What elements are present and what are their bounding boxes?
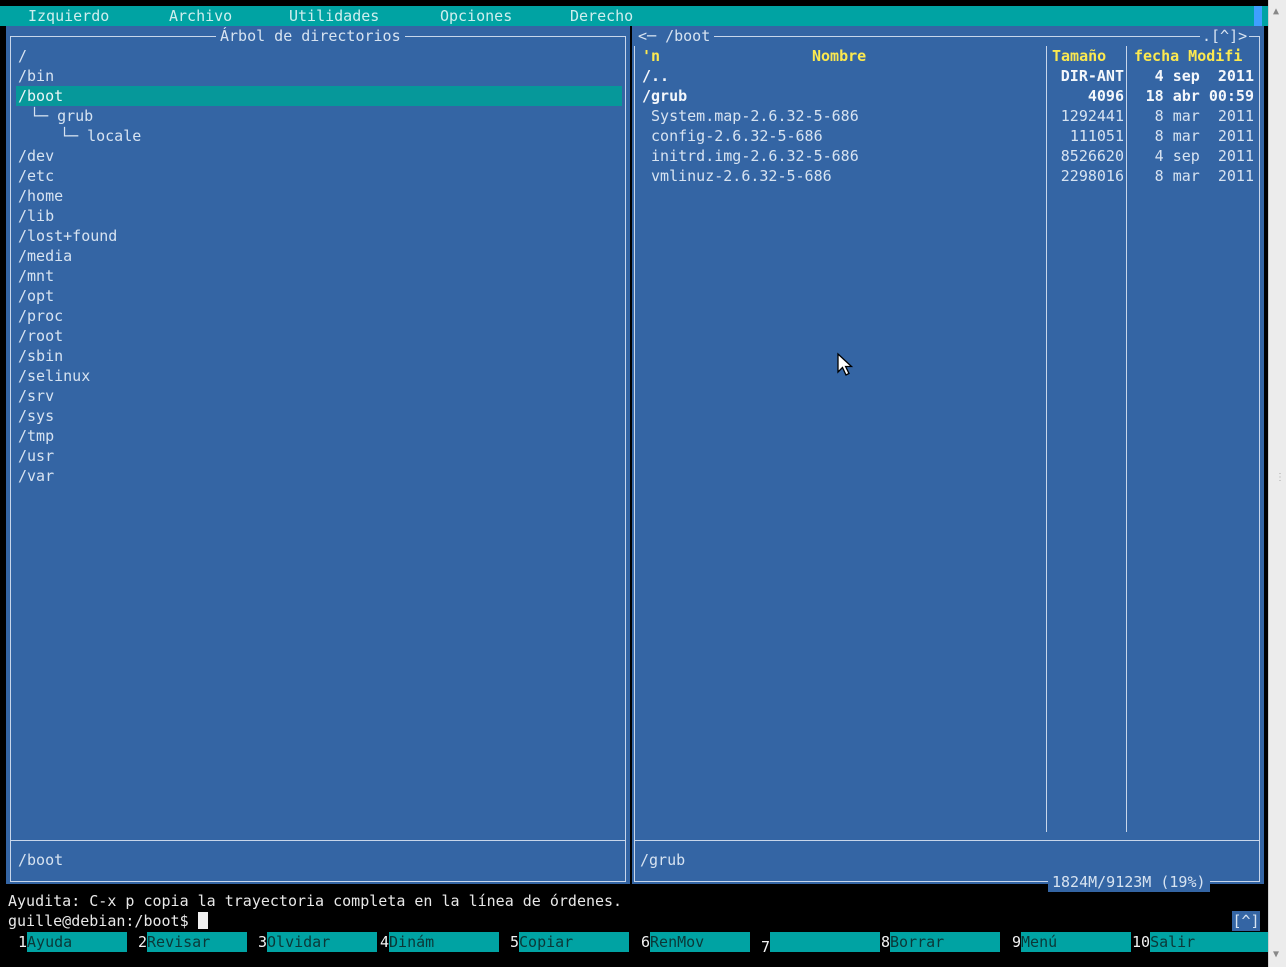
file-size: 4096 bbox=[1087, 87, 1124, 105]
menu-opciones[interactable]: Opciones bbox=[440, 6, 512, 26]
file-date: 18 abr 00:59 bbox=[1145, 87, 1254, 105]
tree-item[interactable]: /lost+found bbox=[18, 226, 117, 246]
tree-item[interactable]: /lib bbox=[18, 206, 54, 226]
text-cursor bbox=[197, 912, 208, 929]
file-size: 1292441 bbox=[1060, 107, 1124, 125]
file-name[interactable]: config-2.6.32-5-686 bbox=[642, 126, 823, 146]
fkey-10[interactable]: 10Salir bbox=[1132, 932, 1268, 952]
menu-izquierdo[interactable]: Izquierdo bbox=[28, 6, 109, 26]
column-separator bbox=[1126, 46, 1127, 832]
left-panel-status: /boot bbox=[18, 851, 64, 869]
fkey-8[interactable]: 8Borrar bbox=[881, 932, 1001, 952]
tree-item[interactable]: /sys bbox=[18, 406, 54, 426]
tree-item[interactable]: /sbin bbox=[18, 346, 63, 366]
left-panel-frame bbox=[10, 36, 626, 882]
menu-derecho[interactable]: Derecho bbox=[570, 6, 633, 26]
nav-back-arrow[interactable]: <─ bbox=[638, 27, 656, 45]
tree-item[interactable]: /selinux bbox=[18, 366, 90, 386]
left-panel-separator bbox=[10, 840, 626, 841]
file-name[interactable]: vmlinuz-2.6.32-5-686 bbox=[642, 166, 832, 186]
file-date: 8 mar 2011 bbox=[1145, 127, 1254, 145]
fkey-1[interactable]: 1Ayuda bbox=[18, 932, 128, 952]
fkey-9[interactable]: 9Menú bbox=[1012, 932, 1132, 952]
tree-item[interactable]: /home bbox=[18, 186, 63, 206]
tree-item[interactable]: /var bbox=[18, 466, 54, 486]
file-date: 4 sep 2011 bbox=[1154, 67, 1254, 85]
tree-title: Árbol de directorios bbox=[216, 26, 405, 46]
hint-line: Ayudita: C-x p copia la trayectoria comp… bbox=[8, 892, 623, 910]
right-panel-status: /grub bbox=[640, 851, 686, 869]
file-size: 8526620 bbox=[1060, 147, 1124, 165]
tree-item[interactable]: / bbox=[18, 46, 27, 66]
file-date: 4 sep 2011 bbox=[1145, 147, 1254, 165]
function-key-bar: 1Ayuda 2Revisar 3Olvidar 4Dinám 5Copiar … bbox=[0, 932, 1268, 956]
column-header-date[interactable]: fecha Modifi bbox=[1134, 46, 1242, 66]
tree-item[interactable]: /mnt bbox=[18, 266, 54, 286]
tree-item[interactable]: /usr bbox=[18, 446, 54, 466]
file-size: 111051 bbox=[1069, 127, 1124, 145]
disk-usage: 1824M/9123M (19%) bbox=[1048, 872, 1210, 892]
column-header-name[interactable]: Nombre bbox=[812, 46, 866, 66]
file-name[interactable]: /grub bbox=[642, 86, 687, 106]
scroll-down-arrow-icon[interactable]: ▼ bbox=[1273, 945, 1279, 965]
shell-prompt: guille@debian:/boot$ bbox=[8, 912, 198, 930]
fkey-6[interactable]: 6RenMov bbox=[641, 932, 751, 952]
file-size: 2298016 bbox=[1060, 167, 1124, 185]
right-panel-files[interactable]: <─ /boot .[^]> 'n Nombre Tamaño fecha Mo… bbox=[632, 26, 1264, 892]
current-path: /boot bbox=[665, 27, 711, 45]
file-size: DIR-ANT bbox=[1060, 67, 1124, 85]
file-name[interactable]: System.map-2.6.32-5-686 bbox=[642, 106, 859, 126]
column-header-size[interactable]: Tamaño bbox=[1052, 46, 1106, 66]
file-date: 8 mar 2011 bbox=[1145, 167, 1254, 185]
file-name[interactable]: /.. bbox=[642, 66, 669, 86]
command-line[interactable]: guille@debian:/boot$ bbox=[8, 911, 208, 931]
tree-item[interactable]: /dev bbox=[18, 146, 54, 166]
fkey-5[interactable]: 5Copiar bbox=[510, 932, 630, 952]
panel-history-button[interactable]: .[^]> bbox=[1200, 26, 1250, 46]
fkey-3[interactable]: 3Olvidar bbox=[258, 932, 378, 952]
menu-archivo[interactable]: Archivo bbox=[169, 6, 232, 26]
tree-item[interactable]: /bin bbox=[18, 66, 54, 86]
tree-item-selected[interactable]: /boot bbox=[16, 86, 622, 106]
window-scrollbar[interactable]: ▲ ⋮ ▼ bbox=[1268, 0, 1286, 967]
tree-item[interactable]: /tmp bbox=[18, 426, 54, 446]
menu-bar: Izquierdo Archivo Utilidades Opciones De… bbox=[0, 6, 1268, 26]
menu-end-marker bbox=[1254, 6, 1262, 26]
right-panel-title: <─ /boot bbox=[634, 26, 715, 46]
tree-item[interactable]: /etc bbox=[18, 166, 54, 186]
scroll-up-arrow-icon[interactable]: ▲ bbox=[1273, 2, 1279, 22]
terminal-window: Izquierdo Archivo Utilidades Opciones De… bbox=[0, 0, 1268, 967]
file-name[interactable]: initrd.img-2.6.32-5-686 bbox=[642, 146, 859, 166]
fkey-4[interactable]: 4Dinám bbox=[380, 932, 500, 952]
right-panel-separator bbox=[634, 840, 1260, 841]
tree-item[interactable]: /srv bbox=[18, 386, 54, 406]
command-history-button[interactable]: [^] bbox=[1232, 911, 1260, 931]
fkey-7[interactable]: 7 bbox=[761, 932, 881, 956]
tree-item[interactable]: /opt bbox=[18, 286, 54, 306]
tree-item[interactable]: /root bbox=[18, 326, 63, 346]
mouse-pointer-icon bbox=[837, 352, 854, 376]
menu-utilidades[interactable]: Utilidades bbox=[289, 6, 379, 26]
scroll-grip-icon: ⋮ bbox=[1275, 472, 1285, 483]
tree-item[interactable]: /media bbox=[18, 246, 72, 266]
left-panel-tree[interactable]: Árbol de directorios / /bin /boot └─ gru… bbox=[6, 26, 630, 884]
tree-item[interactable]: └─ locale bbox=[60, 126, 141, 146]
tree-item[interactable]: └─ grub bbox=[30, 106, 93, 126]
tree-item[interactable]: /proc bbox=[18, 306, 63, 326]
fkey-2[interactable]: 2Revisar bbox=[138, 932, 248, 952]
sort-indicator[interactable]: 'n bbox=[642, 46, 660, 66]
file-date: 8 mar 2011 bbox=[1145, 107, 1254, 125]
